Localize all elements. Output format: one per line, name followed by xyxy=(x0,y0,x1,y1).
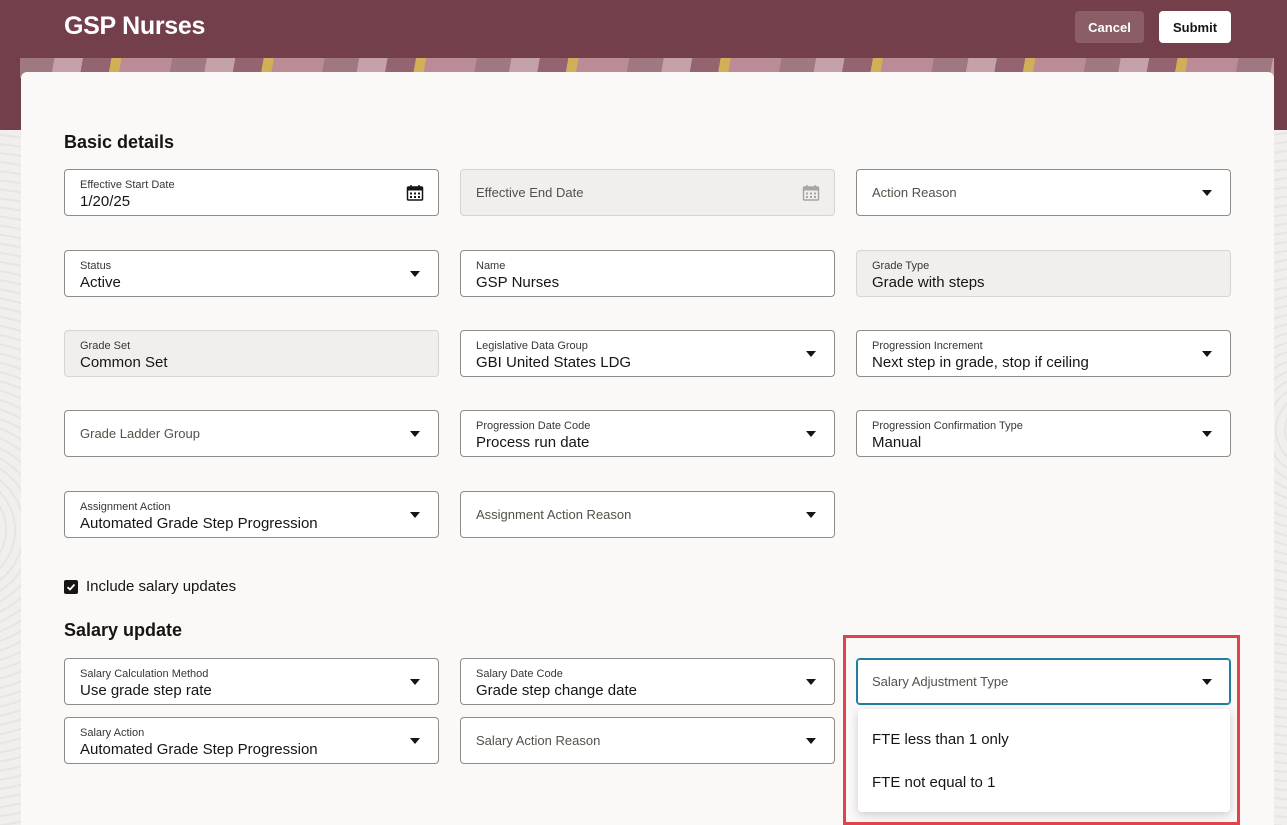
salary-date-code-label: Salary Date Code xyxy=(476,668,563,680)
salary-date-code-select[interactable]: Salary Date Code Grade step change date xyxy=(460,658,835,705)
progression-confirmation-type-label: Progression Confirmation Type xyxy=(872,420,1023,432)
effective-end-date-placeholder: Effective End Date xyxy=(476,185,584,200)
chevron-down-icon xyxy=(410,679,420,685)
effective-start-date-field[interactable]: Effective Start Date 1/20/25 xyxy=(64,169,439,216)
chevron-down-icon xyxy=(806,351,816,357)
chevron-down-icon xyxy=(1202,679,1212,685)
progression-increment-label: Progression Increment xyxy=(872,340,983,352)
chevron-down-icon xyxy=(806,738,816,744)
assignment-action-value: Automated Grade Step Progression xyxy=(80,515,318,532)
page-title: GSP Nurses xyxy=(64,12,206,40)
grade-ladder-group-select[interactable]: Grade Ladder Group xyxy=(64,410,439,457)
grade-type-field: Grade Type Grade with steps xyxy=(856,250,1231,297)
chevron-down-icon xyxy=(410,431,420,437)
effective-start-date-value: 1/20/25 xyxy=(80,193,131,210)
chevron-down-icon xyxy=(806,431,816,437)
legislative-data-group-label: Legislative Data Group xyxy=(476,340,588,352)
salary-update-heading: Salary update xyxy=(64,620,183,640)
legislative-data-group-value: GBI United States LDG xyxy=(476,354,632,371)
status-label: Status xyxy=(80,260,112,272)
effective-end-date-field: Effective End Date xyxy=(460,169,835,216)
grade-set-label: Grade Set xyxy=(80,340,131,352)
include-salary-updates-row[interactable]: Include salary updates xyxy=(64,578,236,595)
progression-increment-select[interactable]: Progression Increment Next step in grade… xyxy=(856,330,1231,377)
chevron-down-icon xyxy=(806,512,816,518)
progression-confirmation-type-select[interactable]: Progression Confirmation Type Manual xyxy=(856,410,1231,457)
name-value: GSP Nurses xyxy=(476,274,560,291)
legislative-data-group-select[interactable]: Legislative Data Group GBI United States… xyxy=(460,330,835,377)
chevron-down-icon xyxy=(410,738,420,744)
grade-set-value: Common Set xyxy=(80,354,168,371)
cancel-button[interactable]: Cancel xyxy=(1075,11,1144,43)
chevron-down-icon xyxy=(806,679,816,685)
assignment-action-select[interactable]: Assignment Action Automated Grade Step P… xyxy=(64,491,439,538)
calendar-icon xyxy=(802,185,820,201)
salary-action-value: Automated Grade Step Progression xyxy=(80,741,318,758)
effective-start-date-label: Effective Start Date xyxy=(80,179,175,191)
salary-adjustment-type-dropdown: FTE less than 1 only FTE not equal to 1 xyxy=(858,709,1230,812)
action-reason-placeholder: Action Reason xyxy=(872,185,957,200)
grade-ladder-group-placeholder: Grade Ladder Group xyxy=(80,426,200,441)
salary-date-code-value: Grade step change date xyxy=(476,682,637,699)
progression-confirmation-type-value: Manual xyxy=(872,434,922,451)
salary-action-reason-placeholder: Salary Action Reason xyxy=(476,733,601,748)
chevron-down-icon xyxy=(1202,351,1212,357)
salary-calculation-method-label: Salary Calculation Method xyxy=(80,668,209,680)
calendar-icon[interactable] xyxy=(406,184,424,202)
salary-action-label: Salary Action xyxy=(80,727,145,739)
include-salary-updates-checkbox[interactable] xyxy=(64,579,78,594)
name-field[interactable]: Name GSP Nurses xyxy=(460,250,835,297)
chevron-down-icon xyxy=(1202,190,1212,196)
submit-button[interactable]: Submit xyxy=(1159,11,1231,43)
salary-calculation-method-select[interactable]: Salary Calculation Method Use grade step… xyxy=(64,658,439,705)
dropdown-option-fte-not-equal-1[interactable]: FTE not equal to 1 xyxy=(872,774,995,791)
salary-action-select[interactable]: Salary Action Automated Grade Step Progr… xyxy=(64,717,439,764)
grade-type-value: Grade with steps xyxy=(872,274,985,291)
progression-date-code-label: Progression Date Code xyxy=(476,420,591,432)
salary-action-reason-select[interactable]: Salary Action Reason xyxy=(460,717,835,764)
status-select[interactable]: Status Active xyxy=(64,250,439,297)
progression-increment-value: Next step in grade, stop if ceiling xyxy=(872,354,1089,371)
checkmark-icon xyxy=(66,583,76,591)
background-texture xyxy=(0,130,22,825)
chevron-down-icon xyxy=(1202,431,1212,437)
name-label: Name xyxy=(476,260,506,272)
dropdown-option-fte-less-than-1[interactable]: FTE less than 1 only xyxy=(872,731,1009,748)
salary-adjustment-type-placeholder: Salary Adjustment Type xyxy=(872,674,1009,689)
assignment-action-reason-placeholder: Assignment Action Reason xyxy=(476,507,632,522)
grade-set-field: Grade Set Common Set xyxy=(64,330,439,377)
progression-date-code-value: Process run date xyxy=(476,434,590,451)
action-reason-select[interactable]: Action Reason xyxy=(856,169,1231,216)
chevron-down-icon xyxy=(410,512,420,518)
salary-adjustment-type-select[interactable]: Salary Adjustment Type xyxy=(856,658,1231,705)
progression-date-code-select[interactable]: Progression Date Code Process run date xyxy=(460,410,835,457)
assignment-action-label: Assignment Action xyxy=(80,501,171,513)
status-value: Active xyxy=(80,274,121,291)
assignment-action-reason-select[interactable]: Assignment Action Reason xyxy=(460,491,835,538)
salary-calculation-method-value: Use grade step rate xyxy=(80,682,212,699)
background-texture-right xyxy=(1273,130,1287,825)
basic-details-heading: Basic details xyxy=(64,132,175,152)
include-salary-updates-label: Include salary updates xyxy=(86,578,237,595)
grade-type-label: Grade Type xyxy=(872,260,930,272)
chevron-down-icon xyxy=(410,271,420,277)
